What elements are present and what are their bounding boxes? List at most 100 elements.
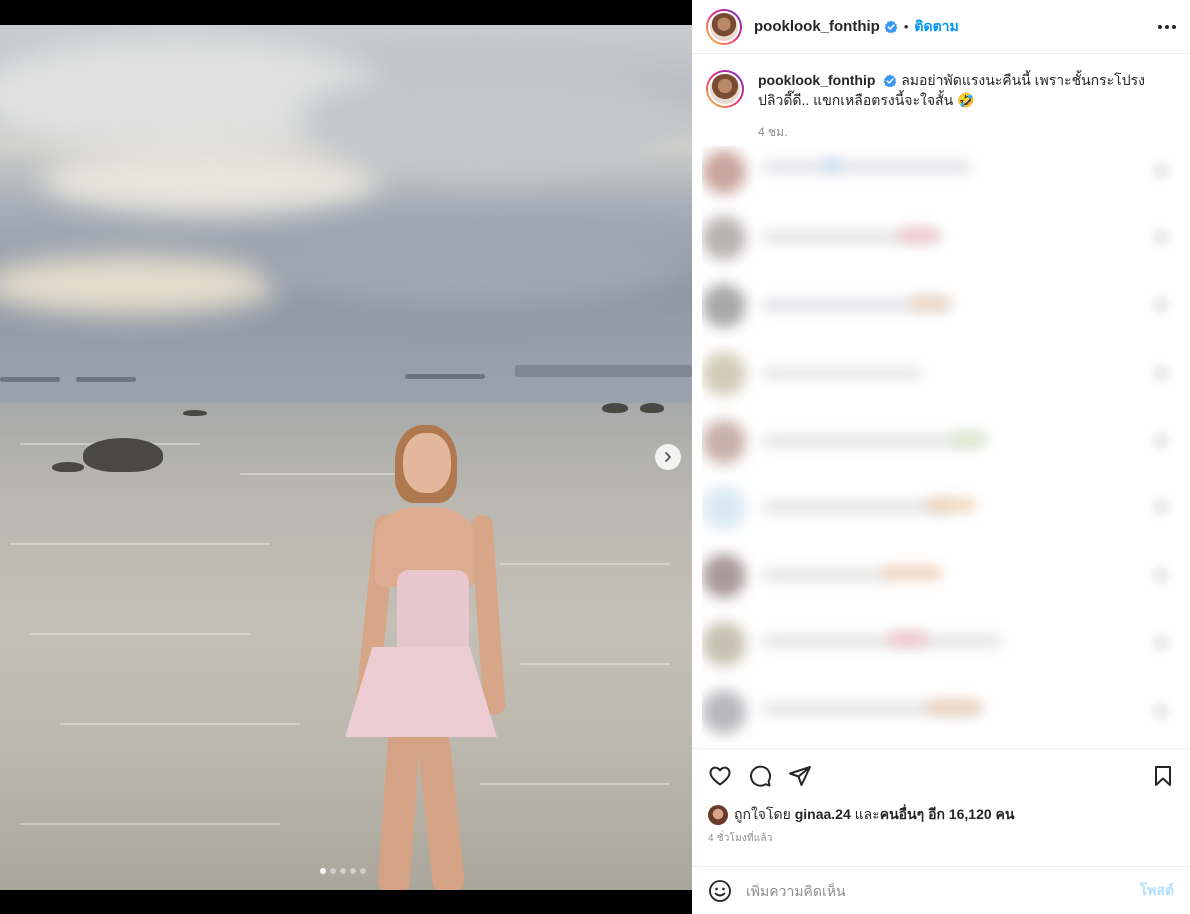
caption-timestamp[interactable]: 4 ชม. bbox=[758, 122, 1158, 142]
comment-avatar bbox=[702, 420, 746, 464]
avatar[interactable] bbox=[708, 805, 728, 825]
comment-row bbox=[702, 212, 1180, 262]
comment-icon[interactable] bbox=[748, 764, 772, 788]
comment-like-icon[interactable] bbox=[1152, 296, 1170, 314]
comment-text-blurred bbox=[762, 568, 892, 582]
post-photo bbox=[0, 25, 692, 890]
wave bbox=[20, 823, 280, 825]
wave bbox=[10, 543, 270, 545]
comment-row bbox=[702, 618, 1180, 668]
avatar[interactable] bbox=[706, 70, 744, 108]
next-photo-button[interactable] bbox=[655, 444, 681, 470]
more-options-icon[interactable] bbox=[1158, 24, 1176, 29]
comment-avatar bbox=[702, 150, 746, 194]
emoji-icon[interactable] bbox=[708, 879, 732, 903]
comment-text-blurred bbox=[926, 700, 982, 714]
comment-input[interactable] bbox=[746, 882, 1140, 899]
action-icons bbox=[692, 749, 1190, 803]
comment-like-icon[interactable] bbox=[1152, 566, 1170, 584]
avatar[interactable] bbox=[706, 8, 742, 45]
person-face bbox=[403, 433, 451, 493]
share-icon[interactable] bbox=[788, 764, 812, 788]
carousel-dot bbox=[350, 868, 356, 874]
comment-like-icon[interactable] bbox=[1152, 364, 1170, 382]
likes-prefix: ถูกใจโดย bbox=[734, 806, 791, 822]
wave bbox=[60, 723, 300, 725]
caption-username[interactable]: pooklook_fonthip bbox=[758, 72, 875, 88]
comments-list bbox=[702, 146, 1180, 742]
comment-text-blurred bbox=[910, 296, 950, 310]
pink-top bbox=[397, 570, 469, 660]
distant-island bbox=[515, 365, 692, 377]
cloud bbox=[0, 255, 280, 315]
add-comment-bar: โพสต์ bbox=[692, 866, 1190, 914]
username-link[interactable]: pooklook_fonthip bbox=[754, 18, 880, 35]
wave bbox=[520, 663, 670, 665]
posted-time[interactable]: 4 ชั่วโมงที่แล้ว bbox=[692, 827, 1190, 846]
wave bbox=[500, 563, 670, 565]
comment-row bbox=[702, 348, 1180, 398]
comment-like-icon[interactable] bbox=[1152, 432, 1170, 450]
comment-row bbox=[702, 550, 1180, 600]
verified-badge-icon bbox=[883, 74, 897, 88]
heart-icon[interactable] bbox=[708, 764, 732, 788]
person bbox=[345, 425, 506, 890]
liker-username[interactable]: ginaa.24 bbox=[795, 806, 851, 822]
comment-row bbox=[702, 146, 1180, 196]
carousel-indicator bbox=[320, 868, 366, 874]
likes-others-link[interactable]: คนอื่นๆ อีก 16,120 คน bbox=[880, 806, 1015, 822]
rock bbox=[183, 410, 207, 416]
rock bbox=[602, 403, 628, 413]
comment-like-icon[interactable] bbox=[1152, 498, 1170, 516]
person-leg bbox=[377, 724, 421, 890]
comment-avatar bbox=[702, 622, 746, 666]
comment-text-blurred bbox=[762, 434, 982, 448]
comment-avatar bbox=[702, 284, 746, 328]
comment-avatar bbox=[702, 352, 746, 396]
comment-row bbox=[702, 416, 1180, 466]
instagram-post-viewer: pooklook_fonthip • ติดตาม pooklook_fonth… bbox=[0, 0, 1190, 914]
rock bbox=[83, 438, 163, 472]
comment-text-blurred bbox=[762, 366, 922, 380]
likes-text: ถูกใจโดย ginaa.24 และคนอื่นๆ อีก 16,120 … bbox=[734, 804, 1015, 826]
comment-like-icon[interactable] bbox=[1152, 162, 1170, 180]
comment-like-icon[interactable] bbox=[1152, 228, 1170, 246]
sky bbox=[0, 25, 692, 405]
comment-row bbox=[702, 280, 1180, 330]
comment-text-blurred bbox=[888, 632, 928, 646]
carousel-dot bbox=[340, 868, 346, 874]
comment-avatar bbox=[702, 554, 746, 598]
distant-island bbox=[76, 377, 136, 382]
rock bbox=[52, 462, 84, 472]
carousel-dot bbox=[330, 868, 336, 874]
cloud bbox=[300, 65, 680, 175]
comment-text-blurred bbox=[762, 500, 952, 514]
rock bbox=[640, 403, 664, 413]
wave bbox=[480, 783, 670, 785]
carousel-dot bbox=[360, 868, 366, 874]
comment-row bbox=[702, 686, 1180, 736]
likes-middle: และ bbox=[854, 806, 880, 822]
post-header: pooklook_fonthip • ติดตาม bbox=[692, 0, 1190, 54]
distant-island bbox=[0, 377, 60, 382]
caption-body: pooklook_fonthip ลมอย่าพัดแรงนะคืนนี้ เพ… bbox=[758, 70, 1158, 142]
comment-like-icon[interactable] bbox=[1152, 702, 1170, 720]
post-comment-button[interactable]: โพสต์ bbox=[1140, 880, 1174, 902]
comment-avatar bbox=[702, 216, 746, 260]
post-caption: pooklook_fonthip ลมอย่าพัดแรงนะคืนนี้ เพ… bbox=[692, 54, 1190, 142]
comment-avatar bbox=[702, 690, 746, 734]
comment-row bbox=[702, 482, 1180, 532]
follow-button[interactable]: ติดตาม bbox=[914, 16, 958, 38]
comment-text-blurred bbox=[926, 498, 976, 512]
bookmark-icon[interactable] bbox=[1152, 765, 1174, 787]
separator-bullet: • bbox=[903, 19, 909, 34]
media-area bbox=[0, 0, 692, 914]
post-side-panel: pooklook_fonthip • ติดตาม pooklook_fonth… bbox=[692, 0, 1190, 914]
comment-text-blurred bbox=[952, 432, 988, 446]
distant-island bbox=[405, 374, 485, 379]
comment-avatar bbox=[702, 486, 746, 530]
comment-like-icon[interactable] bbox=[1152, 634, 1170, 652]
chevron-right-icon bbox=[665, 452, 671, 462]
comment-text-blurred bbox=[762, 634, 1002, 648]
comment-text-blurred bbox=[822, 158, 842, 172]
